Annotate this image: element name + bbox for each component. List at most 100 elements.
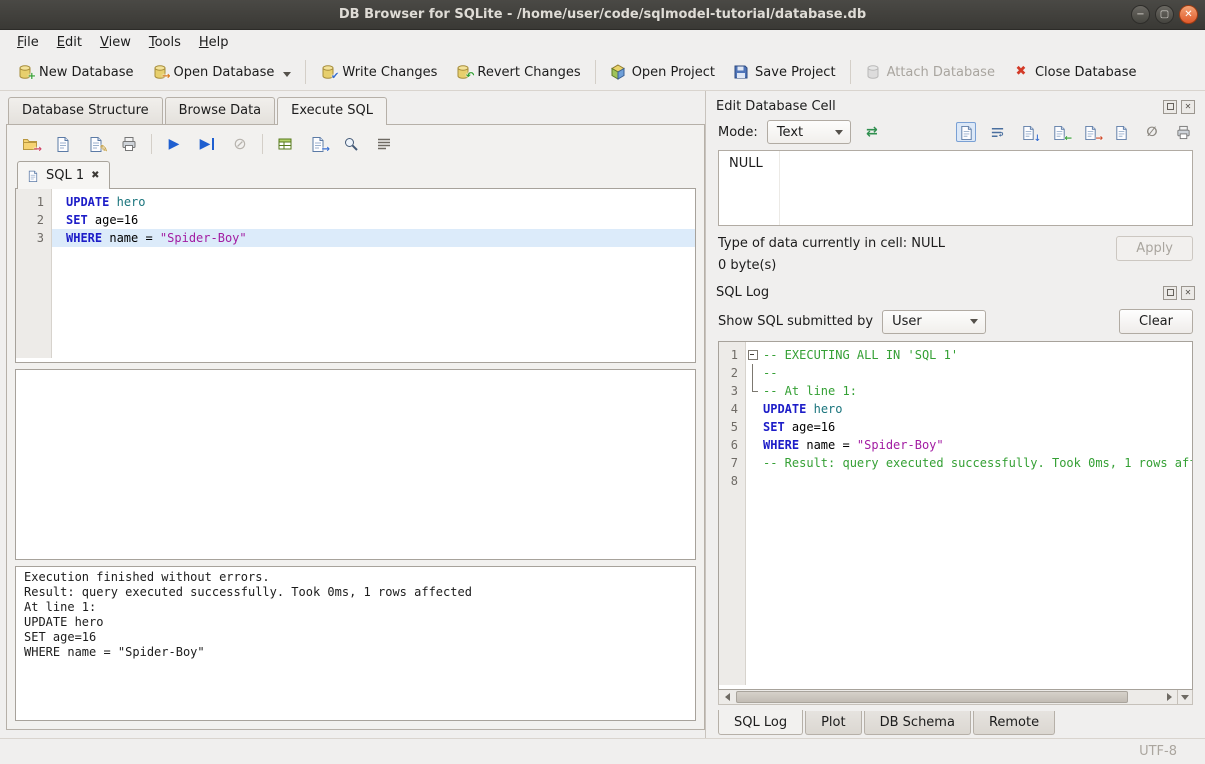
close-panel-button[interactable]: ✕ [1181, 100, 1195, 114]
log-line: 8 [719, 472, 1192, 490]
main-content: Database Structure Browse Data Execute S… [0, 91, 1205, 738]
revert-changes-button[interactable]: ↶ Revert Changes [446, 59, 589, 85]
log-line: 7 -- Result: query executed successfully… [719, 454, 1192, 472]
close-database-button[interactable]: ✖ Close Database [1004, 59, 1146, 85]
open-database-dropdown-caret[interactable] [283, 72, 291, 77]
sql-log-view[interactable]: 1 -- EXECUTING ALL IN 'SQL 1' 2 -- 3 -- … [718, 341, 1193, 690]
sql-tab-label: SQL 1 [46, 168, 84, 183]
sql-editor-tab-bar: SQL 1 ✖ [15, 161, 696, 188]
log-line: 2 -- [719, 364, 1192, 382]
log-line: 6 WHERE name = "Spider-Boy" [719, 436, 1192, 454]
format-sql-button[interactable] [373, 133, 395, 155]
scroll-track[interactable] [735, 690, 1161, 704]
close-panel-icon: ✕ [1185, 289, 1192, 297]
mode-label: Mode: [718, 125, 758, 140]
cell-editor[interactable]: NULL [718, 150, 1193, 226]
log-line: 4 UPDATE hero [719, 400, 1192, 418]
maximize-button[interactable]: ▢ [1155, 5, 1174, 24]
menu-file[interactable]: File [8, 30, 48, 54]
sql-editor[interactable]: 1 UPDATE hero 2 SET age=16 3 WHERE name … [15, 188, 696, 363]
undock-panel-button[interactable] [1163, 286, 1177, 300]
edit-cell-header: Edit Database Cell ✕ [706, 91, 1205, 117]
dock-tab-remote[interactable]: Remote [973, 711, 1055, 735]
dock-tab-sql-log[interactable]: SQL Log [718, 710, 803, 735]
maximize-icon: ▢ [1160, 10, 1169, 20]
word-wrap-icon [990, 125, 1005, 140]
set-null-button[interactable]: ∅ [1142, 122, 1162, 142]
clear-log-button[interactable]: Clear [1119, 309, 1193, 334]
save-project-button[interactable]: Save Project [724, 59, 845, 85]
mode-select[interactable]: Text [767, 120, 851, 144]
execution-output[interactable]: Execution finished without errors. Resul… [15, 566, 696, 721]
undock-icon [1167, 289, 1174, 296]
dock-tab-db-schema[interactable]: DB Schema [864, 711, 971, 735]
editor-line: 2 SET age=16 [16, 211, 695, 229]
attach-database-button: Attach Database [856, 59, 1004, 85]
dock-tab-plot[interactable]: Plot [805, 711, 862, 735]
menu-edit[interactable]: Edit [48, 30, 91, 54]
save-cell-to-file-button[interactable]: ← [1049, 122, 1069, 142]
open-database-button[interactable]: → Open Database [143, 59, 301, 85]
open-project-icon [610, 64, 626, 80]
cell-type-info: Type of data currently in cell: NULL [718, 236, 1116, 251]
menu-view[interactable]: View [91, 30, 140, 54]
menubar: File Edit View Tools Help [0, 30, 1205, 54]
menu-tools[interactable]: Tools [140, 30, 190, 54]
open-sql-file-button[interactable]: → [19, 133, 41, 155]
tab-database-structure[interactable]: Database Structure [8, 97, 163, 124]
scroll-thumb[interactable] [736, 691, 1128, 703]
toolbar-separator [305, 60, 306, 84]
app-window: DB Browser for SQLite - /home/user/code/… [0, 0, 1205, 764]
word-wrap-button[interactable] [987, 122, 1007, 142]
titlebar: DB Browser for SQLite - /home/user/code/… [0, 0, 1205, 30]
close-window-button[interactable]: ✕ [1179, 5, 1198, 24]
stop-execution-button: ⊘ [229, 133, 251, 155]
write-changes-button[interactable]: ✔ Write Changes [311, 59, 446, 85]
close-sql-tab-icon[interactable]: ✖ [91, 170, 99, 181]
mode-value: Text [777, 125, 823, 140]
import-cell-button[interactable]: → [1080, 122, 1100, 142]
execute-all-button[interactable]: ▶ [163, 133, 185, 155]
cell-content: NULL [729, 156, 763, 171]
results-grid[interactable] [15, 369, 696, 560]
tab-sql-1[interactable]: SQL 1 ✖ [17, 161, 110, 189]
save-sql-file-as-button[interactable]: ✎ [85, 133, 107, 155]
attach-database-label: Attach Database [887, 65, 995, 80]
open-database-label: Open Database [174, 65, 275, 80]
tab-execute-sql[interactable]: Execute SQL [277, 97, 387, 125]
scroll-right-button[interactable] [1161, 690, 1177, 704]
filter-label: Show SQL submitted by [718, 314, 873, 329]
text-view-button[interactable] [956, 122, 976, 142]
menu-help[interactable]: Help [190, 30, 238, 54]
scroll-left-button[interactable] [719, 690, 735, 704]
find-replace-button[interactable] [340, 133, 362, 155]
open-project-button[interactable]: Open Project [601, 59, 724, 85]
export-results-button[interactable] [274, 133, 296, 155]
export-cell-button[interactable] [1111, 122, 1131, 142]
cell-editor-toolbar: Mode: Text ⇄ ↓ ← → ∅ [706, 117, 1205, 148]
fold-marker-icon[interactable] [746, 346, 759, 364]
print-button[interactable] [118, 133, 140, 155]
minimize-button[interactable]: − [1131, 5, 1150, 24]
auto-switch-mode-button[interactable]: ⇄ [860, 124, 884, 140]
save-results-button[interactable]: → [307, 133, 329, 155]
execute-current-line-button[interactable]: ▶ [196, 133, 218, 155]
minimize-icon: − [1136, 10, 1144, 20]
new-database-button[interactable]: + New Database [8, 59, 143, 85]
execute-all-icon: ▶ [169, 137, 180, 151]
undock-panel-button[interactable] [1163, 100, 1177, 114]
log-line: 3 -- At line 1: [719, 382, 1192, 400]
submitted-by-value: User [892, 314, 958, 329]
close-panel-button[interactable]: ✕ [1181, 286, 1195, 300]
new-database-icon: + [17, 64, 33, 80]
editor-line-current: 3 WHERE name = "Spider-Boy" [16, 229, 695, 247]
sql-log-title: SQL Log [716, 285, 1163, 300]
print-cell-button[interactable] [1173, 122, 1193, 142]
tab-browse-data[interactable]: Browse Data [165, 97, 276, 124]
save-sql-file-button[interactable] [52, 133, 74, 155]
main-toolbar: + New Database → Open Database ✔ Write C… [0, 54, 1205, 91]
log-h-scrollbar[interactable] [718, 690, 1193, 705]
submitted-by-select[interactable]: User [882, 310, 986, 334]
open-file-in-cell-button[interactable]: ↓ [1018, 122, 1038, 142]
execute-current-line-icon: ▶ [200, 137, 211, 151]
